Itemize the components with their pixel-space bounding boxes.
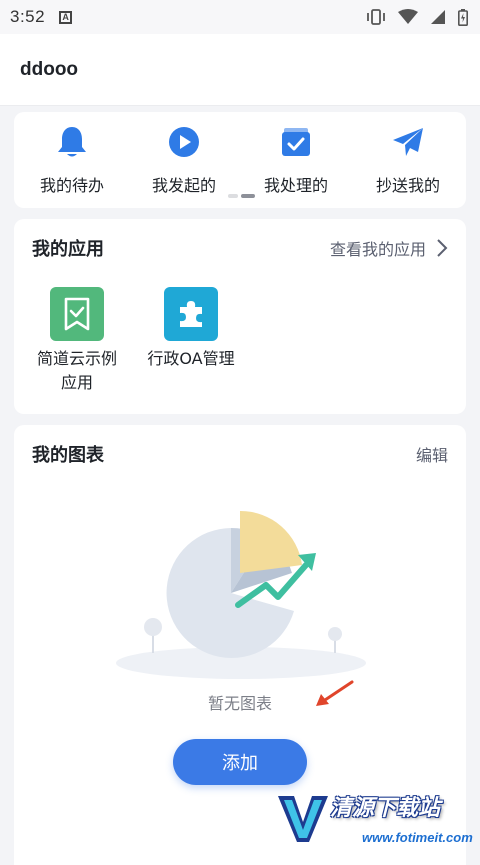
- quick-action-todo[interactable]: 我的待办: [20, 124, 124, 196]
- view-my-apps-label: 查看我的应用: [329, 240, 426, 259]
- quick-action-processed[interactable]: 我处理的: [244, 124, 348, 196]
- add-chart-button[interactable]: 添加: [173, 739, 307, 785]
- quick-action-label: 我的待办: [39, 176, 104, 195]
- quick-action-cc[interactable]: 抄送我的: [356, 124, 460, 196]
- status-bar: 3:52 A: [0, 0, 480, 34]
- quick-action-label: 抄送我的: [375, 176, 440, 195]
- my-apps-card: 我的应用 查看我的应用 简道云示例应用 行政OA管理: [14, 219, 466, 414]
- status-icons: [366, 8, 468, 26]
- page-indicator-dot: [228, 194, 238, 198]
- chevron-right-icon: [437, 239, 448, 257]
- app-label: 行政OA管理: [147, 349, 235, 368]
- bookmark-check-icon: [50, 287, 104, 341]
- quick-actions-card: 我的待办 我发起的 我处理的 抄送我的: [14, 112, 466, 208]
- my-apps-header: 我的应用 查看我的应用: [14, 219, 466, 261]
- quick-action-label: 我处理的: [263, 176, 328, 195]
- quick-action-initiated[interactable]: 我发起的: [132, 124, 236, 196]
- watermark-url: www.fotimeit.com: [362, 830, 473, 845]
- app-item-admin-oa[interactable]: 行政OA管理: [142, 287, 240, 395]
- quick-action-label: 我发起的: [151, 176, 216, 195]
- view-my-apps-link[interactable]: 查看我的应用: [330, 236, 448, 260]
- app-item-jiandaoyun-demo[interactable]: 简道云示例应用: [28, 287, 126, 395]
- page-title: ddooo: [20, 58, 79, 80]
- play-circle-icon: [166, 124, 202, 160]
- quick-actions-row: 我的待办 我发起的 我处理的 抄送我的: [14, 112, 466, 196]
- app-list: 简道云示例应用 行政OA管理: [14, 261, 466, 395]
- empty-charts-text: 暂无图表: [207, 694, 272, 713]
- edit-charts-link[interactable]: 编辑: [416, 442, 448, 466]
- bell-icon: [54, 124, 90, 160]
- watermark-logo-icon: [278, 796, 328, 842]
- wifi-icon: [398, 9, 418, 24]
- puzzle-icon: [164, 287, 218, 341]
- page-indicator: [228, 194, 255, 198]
- status-time: 3:52: [10, 7, 46, 26]
- keyboard-a-icon: A: [59, 10, 73, 24]
- annotation-arrow-icon: [316, 680, 354, 706]
- check-folder-icon: [278, 124, 314, 160]
- watermark: 清源下载站 www.fotimeit.com: [276, 790, 476, 850]
- vibrate-icon: [367, 9, 385, 25]
- app-label: 简道云示例应用: [36, 349, 117, 392]
- battery-icon: [458, 8, 468, 26]
- empty-chart-illustration: [116, 510, 366, 679]
- my-charts-title: 我的图表: [32, 445, 104, 466]
- app-header: ddooo: [0, 34, 480, 106]
- page-indicator-dot-active: [241, 194, 255, 198]
- watermark-title: 清源下载站: [330, 796, 441, 821]
- cell-signal-icon: [431, 10, 445, 24]
- my-apps-title: 我的应用: [32, 239, 104, 260]
- paper-plane-icon: [390, 124, 426, 160]
- my-charts-header: 我的图表 编辑: [14, 425, 466, 467]
